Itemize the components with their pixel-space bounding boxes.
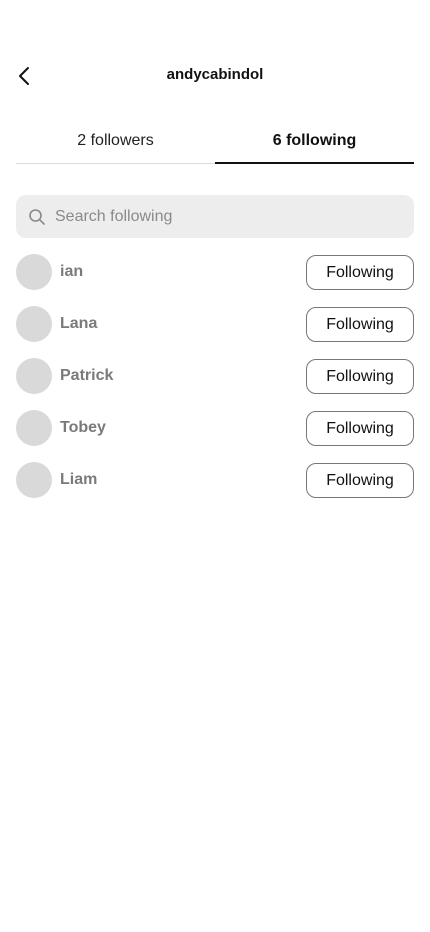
- page-title: andycabindol: [166, 66, 264, 83]
- list-item[interactable]: Patrick Following: [16, 358, 414, 394]
- user-name: ian: [60, 263, 84, 280]
- following-button[interactable]: Following: [306, 307, 414, 342]
- header: andycabindol: [0, 58, 430, 94]
- following-list: ian Following Lana Following Patrick Fol…: [16, 254, 414, 514]
- following-button[interactable]: Following: [306, 411, 414, 446]
- tab-following[interactable]: 6 following: [215, 124, 414, 164]
- tab-bar: 2 followers 6 following: [16, 124, 414, 164]
- search-bar: [16, 195, 414, 238]
- user-name: Liam: [60, 471, 98, 488]
- list-item[interactable]: Tobey Following: [16, 410, 414, 446]
- tab-followers[interactable]: 2 followers: [16, 124, 215, 163]
- avatar: [16, 306, 52, 342]
- list-item[interactable]: ian Following: [16, 254, 414, 290]
- search-icon: [28, 208, 46, 226]
- following-button[interactable]: Following: [306, 255, 414, 290]
- avatar: [16, 358, 52, 394]
- user-name: Tobey: [60, 419, 106, 436]
- avatar: [16, 410, 52, 446]
- following-button[interactable]: Following: [306, 359, 414, 394]
- user-name: Patrick: [60, 367, 114, 384]
- avatar: [16, 462, 52, 498]
- list-item[interactable]: Lana Following: [16, 306, 414, 342]
- search-input[interactable]: [55, 207, 385, 226]
- following-button[interactable]: Following: [306, 463, 414, 498]
- avatar: [16, 254, 52, 290]
- user-name: Lana: [60, 315, 98, 332]
- list-item[interactable]: Liam Following: [16, 462, 414, 498]
